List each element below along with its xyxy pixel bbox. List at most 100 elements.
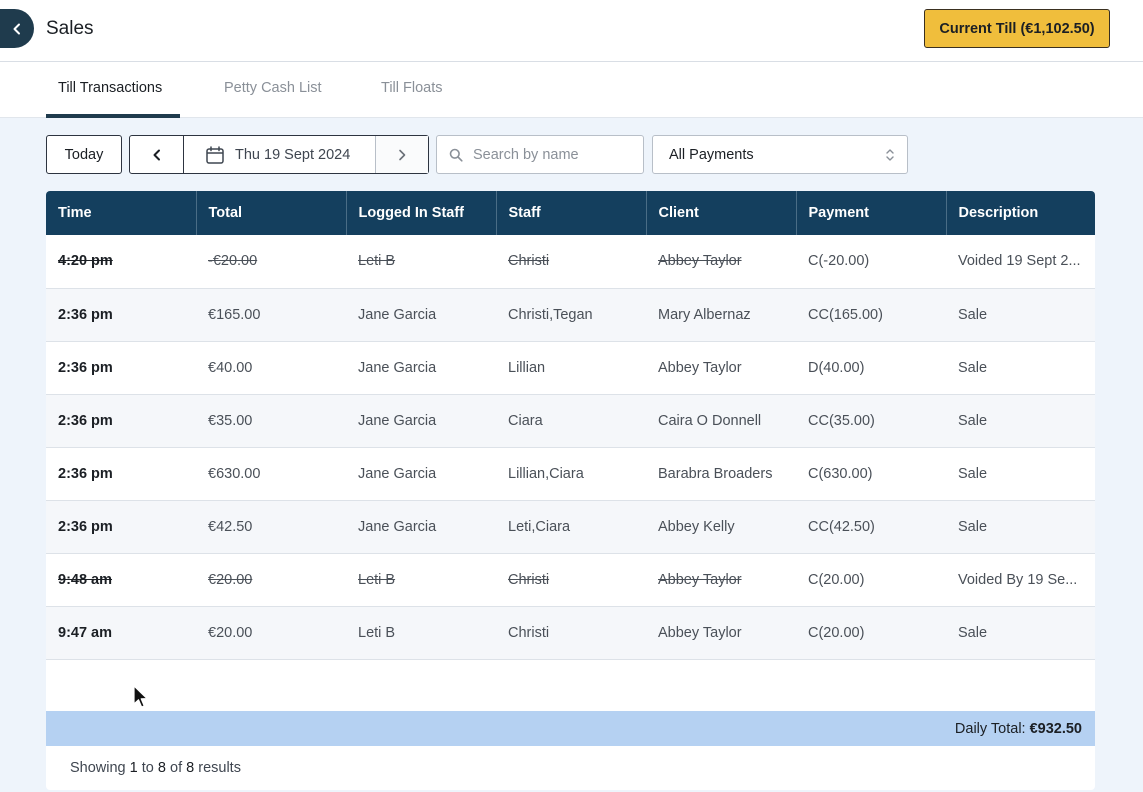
cell-client: Abbey Taylor bbox=[658, 359, 742, 376]
cell-time: 2:36 pm bbox=[58, 465, 113, 482]
cell-total: €20.00 bbox=[208, 571, 253, 588]
cell-client: Barabra Broaders bbox=[658, 465, 773, 482]
cell-logged-in-staff: Leti B bbox=[358, 624, 396, 641]
cell-payment: C(-20.00) bbox=[808, 253, 870, 270]
search-box bbox=[436, 135, 644, 174]
cell-total: €20.00 bbox=[208, 624, 253, 641]
cell-total: €35.00 bbox=[208, 412, 253, 429]
cell-staff: Leti,Ciara bbox=[508, 518, 571, 535]
cell-description: Sale bbox=[958, 518, 988, 535]
cell-time: 2:36 pm bbox=[58, 306, 113, 323]
daily-total-bar: Daily Total: €932.50 bbox=[46, 711, 1095, 746]
cell-payment: C(20.00) bbox=[808, 571, 865, 588]
cell-time: 9:48 am bbox=[58, 571, 113, 588]
cell-payment: D(40.00) bbox=[808, 359, 865, 376]
mouse-cursor-icon bbox=[133, 685, 148, 708]
table-row[interactable]: 4:20 pm -€20.00 Leti B Christi Abbey Taylor C… bbox=[46, 235, 1095, 288]
search-icon bbox=[449, 148, 463, 162]
cell-description: Sale bbox=[958, 412, 988, 429]
page-title: Sales bbox=[46, 18, 94, 39]
date-navigator: Thu 19 Sept 2024 bbox=[129, 135, 429, 174]
column-header-client[interactable]: Client bbox=[646, 191, 797, 235]
cell-payment: CC(35.00) bbox=[808, 412, 875, 429]
cell-client: Abbey Kelly bbox=[658, 518, 735, 535]
cell-logged-in-staff: Jane Garcia bbox=[358, 359, 437, 376]
cell-client: Mary Albernaz bbox=[658, 306, 751, 323]
table-row[interactable]: 9:47 am €20.00 Leti B Christi Abbey Taylor C(… bbox=[46, 606, 1095, 659]
table-row[interactable]: 2:36 pm €630.00 Jane Garcia Lillian,Ciara Ba… bbox=[46, 447, 1095, 500]
cell-staff: Lillian bbox=[508, 359, 546, 376]
cell-logged-in-staff: Jane Garcia bbox=[358, 465, 437, 482]
cell-total: €40.00 bbox=[208, 359, 253, 376]
tabs-bar: Till Transactions Petty Cash List Till F… bbox=[0, 62, 1143, 118]
current-till-button[interactable]: Current Till (€1,102.50) bbox=[924, 9, 1110, 48]
updown-chevron-icon bbox=[886, 148, 894, 161]
cell-staff: Christi bbox=[508, 253, 550, 270]
tab-till-floats[interactable]: Till Floats bbox=[381, 80, 443, 96]
table-row[interactable]: 2:36 pm €35.00 Jane Garcia Ciara Caira O Don… bbox=[46, 394, 1095, 447]
next-day-button[interactable] bbox=[376, 136, 428, 173]
cell-logged-in-staff: Jane Garcia bbox=[358, 518, 437, 535]
payment-filter-value: All Payments bbox=[669, 146, 754, 163]
cell-payment: CC(165.00) bbox=[808, 306, 883, 323]
cell-description: Sale bbox=[958, 465, 988, 482]
cell-total: €630.00 bbox=[208, 465, 261, 482]
cell-staff: Christi bbox=[508, 624, 550, 641]
table-header-row: Time Total Logged In Staff Staff Client … bbox=[46, 191, 1095, 235]
pagination-summary: Showing 1 to 8 of 8 results bbox=[70, 760, 241, 776]
cell-time: 2:36 pm bbox=[58, 359, 113, 376]
cell-description: Sale bbox=[958, 624, 988, 641]
cell-client: Abbey Taylor bbox=[658, 624, 742, 641]
chevron-left-icon bbox=[153, 149, 160, 160]
daily-total-label: Daily Total: bbox=[954, 720, 1026, 737]
tab-till-transactions[interactable]: Till Transactions bbox=[58, 80, 162, 96]
payment-filter-select[interactable]: All Payments bbox=[652, 135, 908, 174]
cell-time: 4:20 pm bbox=[58, 253, 113, 270]
table-row[interactable]: 9:48 am €20.00 Leti B Christi Abbey Taylor C(… bbox=[46, 553, 1095, 606]
cell-client: Abbey Taylor bbox=[658, 253, 742, 270]
column-header-time[interactable]: Time bbox=[46, 191, 197, 235]
cell-client: Caira O Donnell bbox=[658, 412, 762, 429]
chevron-left-icon bbox=[13, 23, 20, 34]
cell-staff: Christi,Tegan bbox=[508, 306, 593, 323]
transactions-card: Time Total Logged In Staff Staff Client … bbox=[46, 191, 1095, 790]
cell-logged-in-staff: Leti B bbox=[358, 571, 396, 588]
top-bar: Sales Current Till (€1,102.50) bbox=[0, 0, 1143, 62]
column-header-description[interactable]: Description bbox=[946, 191, 1095, 235]
cell-logged-in-staff: Jane Garcia bbox=[358, 306, 437, 323]
column-header-total[interactable]: Total bbox=[196, 191, 347, 235]
today-button[interactable]: Today bbox=[46, 135, 122, 174]
column-header-logged-in-staff[interactable]: Logged In Staff bbox=[346, 191, 497, 235]
cell-description: Sale bbox=[958, 306, 988, 323]
chevron-right-icon bbox=[399, 149, 406, 160]
cell-description: Sale bbox=[958, 359, 988, 376]
table-row[interactable]: 2:36 pm €165.00 Jane Garcia Christi,Tegan Ma… bbox=[46, 288, 1095, 341]
search-input[interactable] bbox=[473, 146, 633, 163]
active-tab-indicator bbox=[46, 114, 180, 118]
column-header-staff[interactable]: Staff bbox=[496, 191, 647, 235]
back-button[interactable] bbox=[0, 9, 34, 48]
cell-staff: Ciara bbox=[508, 412, 543, 429]
table-row[interactable]: 2:36 pm €40.00 Jane Garcia Lillian Abbey Tay… bbox=[46, 341, 1095, 394]
daily-total-value: €932.50 bbox=[1029, 720, 1082, 737]
cell-client: Abbey Taylor bbox=[658, 571, 742, 588]
cell-logged-in-staff: Leti B bbox=[358, 253, 396, 270]
cell-staff: Christi bbox=[508, 571, 550, 588]
date-picker[interactable]: Thu 19 Sept 2024 bbox=[184, 136, 376, 173]
cell-time: 2:36 pm bbox=[58, 518, 113, 535]
cell-staff: Lillian,Ciara bbox=[508, 465, 584, 482]
cell-time: 2:36 pm bbox=[58, 412, 113, 429]
cell-description: Voided By 19 Se... bbox=[958, 571, 1078, 588]
cell-payment: C(20.00) bbox=[808, 624, 865, 641]
column-header-payment[interactable]: Payment bbox=[796, 191, 947, 235]
table-row[interactable]: 2:36 pm €42.50 Jane Garcia Leti,Ciara Abbey … bbox=[46, 500, 1095, 553]
previous-day-button[interactable] bbox=[130, 136, 184, 173]
cell-total: €165.00 bbox=[208, 306, 261, 323]
cell-description: Voided 19 Sept 2... bbox=[958, 253, 1081, 270]
tab-petty-cash-list[interactable]: Petty Cash List bbox=[224, 80, 322, 96]
cell-payment: CC(42.50) bbox=[808, 518, 875, 535]
cell-time: 9:47 am bbox=[58, 624, 113, 641]
calendar-icon bbox=[206, 145, 224, 164]
cell-payment: C(630.00) bbox=[808, 465, 873, 482]
selected-date: Thu 19 Sept 2024 bbox=[235, 146, 351, 163]
